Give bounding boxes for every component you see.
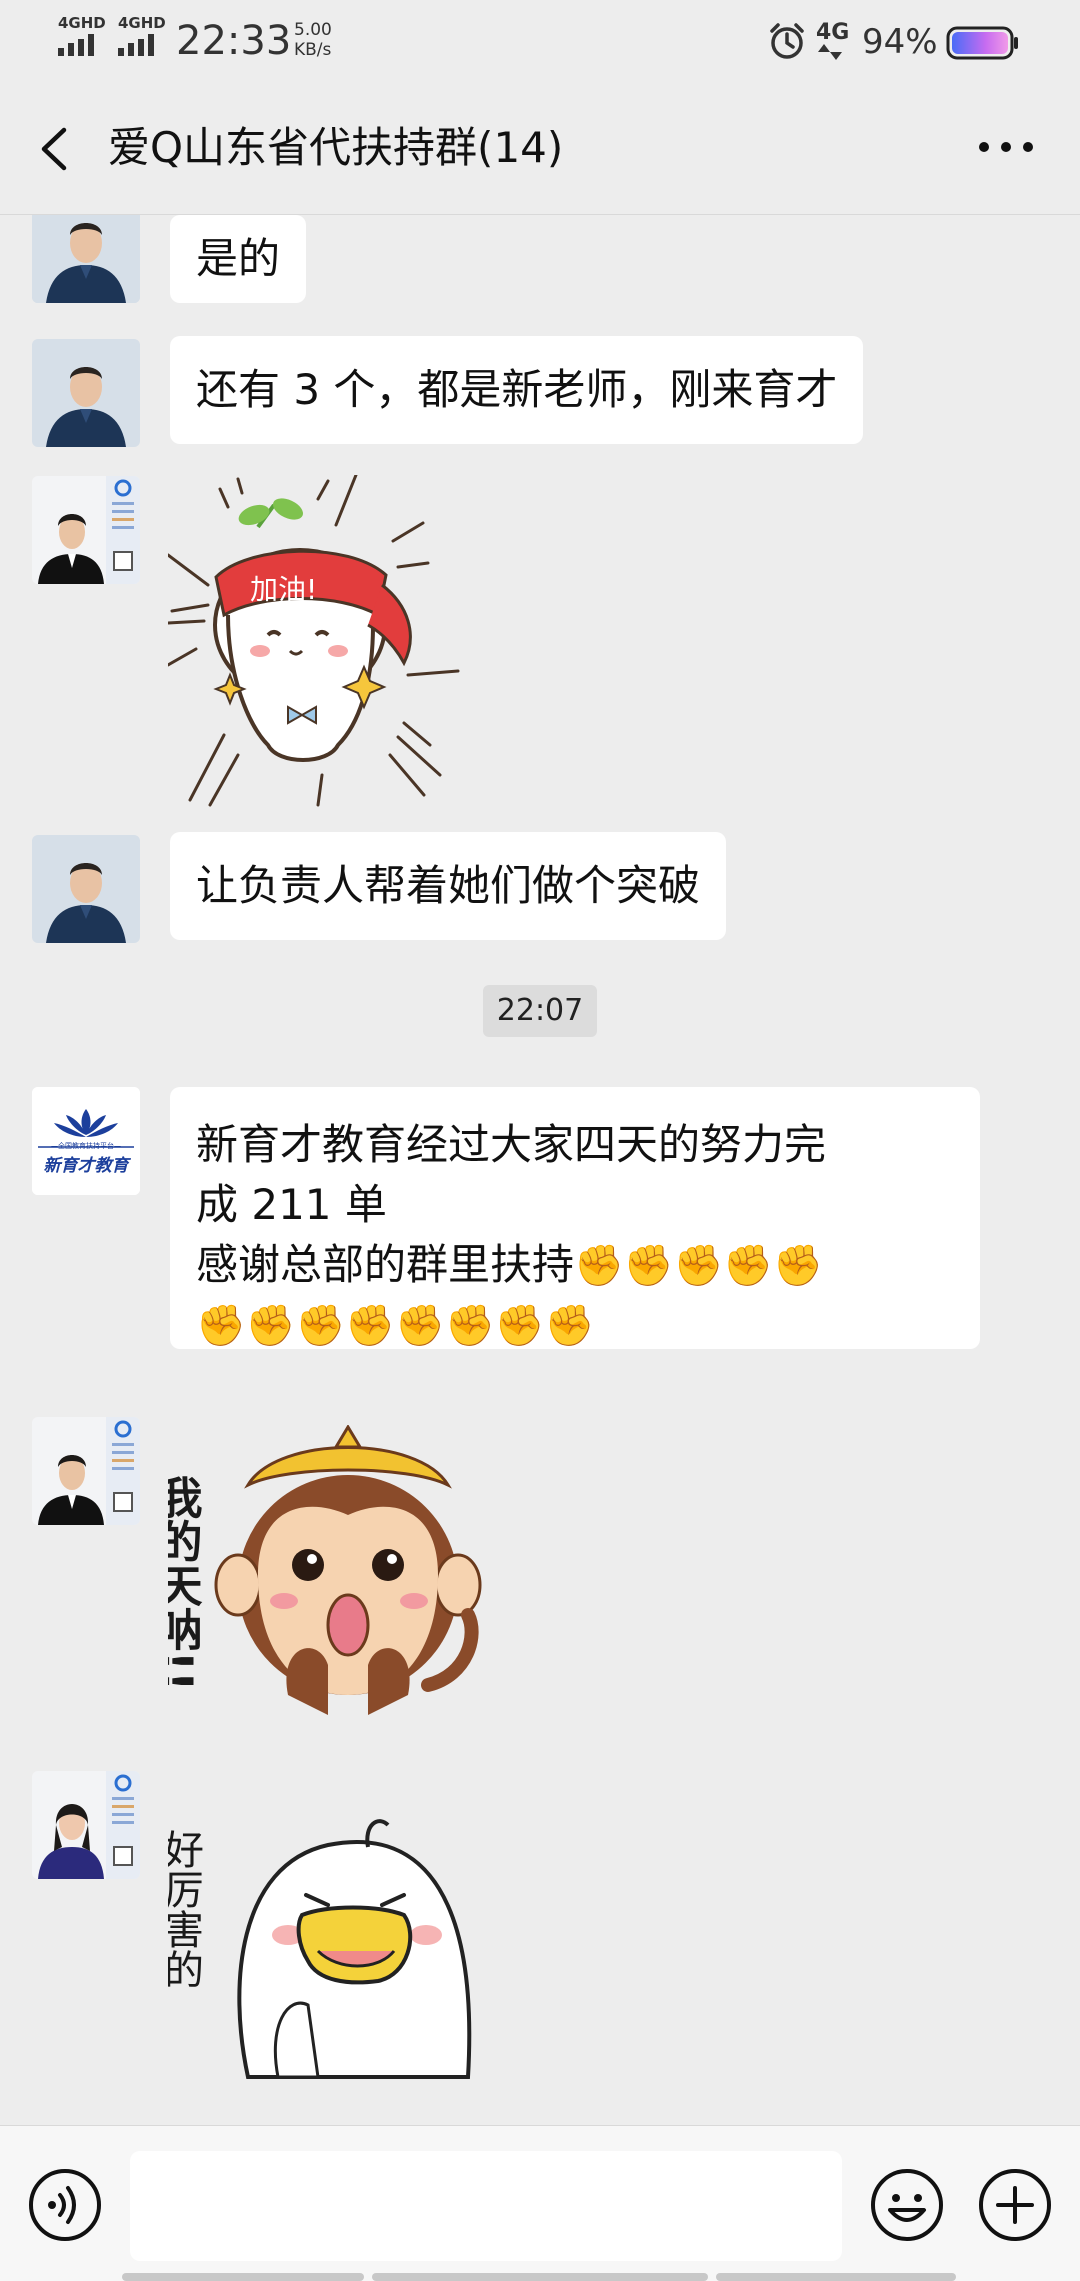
fist-emoji-row-1: ✊✊✊✊✊ [574,1243,824,1289]
sticker-monkey-wodetianna[interactable]: 我的天呐!! [168,1425,498,1735]
avatar-woman-poster[interactable] [32,1771,140,1879]
sticker-duck-text: 好厉害的 [168,1829,203,1989]
avatar-man-blue-shirt[interactable] [32,339,140,447]
message-bubble[interactable]: 新育才教育经过大家四天的努力完 成 211 单 感谢总部的群里扶持✊✊✊✊✊ ✊… [170,1087,980,1349]
message-bubble[interactable]: 还有 3 个，都是新老师，刚来育才 [170,336,864,444]
avatar-man-poster[interactable] [32,1417,140,1525]
signal-bars-2-icon [118,34,164,56]
battery-icon [946,26,1018,60]
message-text: 让负责人帮着她们做个突破 [196,861,701,910]
message-text: 是的 [196,234,281,283]
network-speed-value: 5.00 [294,20,332,40]
message-input[interactable] [130,2151,842,2261]
avatar-man-blue-shirt[interactable] [32,835,140,943]
message-text-line3: 感谢总部的群里扶持 [196,1240,575,1289]
network-speed-unit: KB/s [294,40,332,60]
message-timestamp: 22:07 [483,985,597,1037]
network-type-2: 4GHD [118,14,166,32]
battery-percent: 94% [862,22,938,62]
avatar-xinyucai-logo[interactable]: —全国教育扶持平台— 新育才教育 [32,1087,140,1195]
sticker-duck-haolihaide[interactable]: 好厉害的 [168,1785,498,2085]
more-plus-icon[interactable] [978,2168,1052,2242]
message-text: 还有 3 个，都是新老师，刚来育才 [196,365,838,414]
status-bar: 4GHD 4GHD 22:33 5.00 KB/s 4G 94% [0,0,1080,82]
back-arrow-icon[interactable] [34,124,74,174]
voice-input-icon[interactable] [28,2168,102,2242]
message-list[interactable]: 是的 还有 3 个，都是新老师，刚来育才 加油! 让负责人帮着她们做个突破 22… [0,215,1080,2125]
message-text-line2: 成 211 单 [196,1180,387,1229]
emoji-icon[interactable] [870,2168,944,2242]
network-type-1: 4GHD [58,14,106,32]
fist-emoji-row-2: ✊✊✊✊✊✊✊✊ [196,1303,595,1349]
logo-slogan-text: —全国教育扶持平台— [51,1141,121,1150]
input-toolbar [0,2125,1080,2281]
avatar-man-blue-shirt[interactable] [32,215,140,303]
logo-brand-text: 新育才教育 [44,1156,132,1176]
signal-4g-label: 4G [816,20,850,45]
signal-bars-1-icon [58,34,104,56]
message-text-line1: 新育才教育经过大家四天的努力完 [196,1120,827,1169]
message-bubble[interactable]: 是的 [170,215,307,303]
data-arrows-icon [818,44,842,60]
chat-header: 爱Q山东省代扶持群(14) [0,82,1080,215]
more-options-icon[interactable] [976,122,1036,172]
sticker-jiayou[interactable]: 加油! [168,475,498,815]
status-time: 22:33 [176,18,292,64]
chat-title: 爱Q山东省代扶持群(14) [108,123,564,172]
avatar-man-poster[interactable] [32,476,140,584]
alarm-icon [770,23,804,59]
sticker-jiayou-text: 加油! [250,573,317,606]
sticker-monkey-text: 我的天呐!! [168,1475,203,1691]
message-bubble[interactable]: 让负责人帮着她们做个突破 [170,832,727,940]
